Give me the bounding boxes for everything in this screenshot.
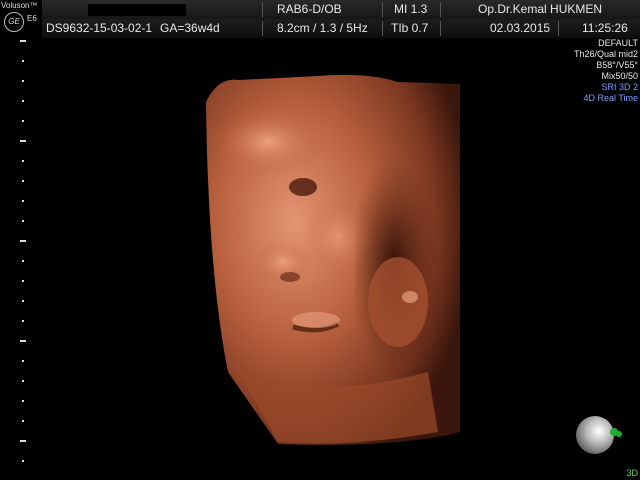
depth-settings: 8.2cm / 1.3 / 5Hz — [277, 21, 368, 35]
sri-mode-line: SRI 3D 2 — [601, 82, 638, 92]
depth-tick — [22, 460, 24, 462]
parameter-panel: DEFAULT Th26/Qual mid2 B58°/V55° Mix50/5… — [574, 38, 638, 104]
mix-line: Mix50/50 — [601, 71, 638, 81]
header-bar: Voluson™ GE E6 RAB6-D/OB MI 1.3 Op.Dr.Ke… — [0, 0, 640, 38]
depth-ruler — [18, 40, 28, 480]
depth-tick — [22, 320, 24, 322]
orientation-sphere-icon — [576, 416, 614, 454]
depth-tick — [20, 240, 26, 242]
divider — [262, 21, 263, 36]
redacted-patient-name — [88, 4, 186, 16]
divider — [382, 21, 383, 36]
divider — [382, 2, 383, 17]
probe-label: RAB6-D/OB — [277, 2, 342, 16]
divider — [262, 2, 263, 17]
depth-tick — [22, 180, 24, 182]
exam-date: 02.03.2015 — [490, 21, 551, 35]
depth-tick — [22, 100, 24, 102]
patient-id: DS9632-15-03-02-1 — [46, 21, 153, 35]
mode-3d-tag: 3D — [626, 468, 638, 478]
status-dot-icon — [616, 431, 622, 437]
header-row-1: RAB6-D/OB MI 1.3 Op.Dr.Kemal HUKMEN — [42, 0, 640, 19]
depth-tick — [22, 60, 24, 62]
ge-logo-text: GE — [8, 17, 20, 26]
depth-tick — [22, 80, 24, 82]
realtime-mode-line: 4D Real Time — [583, 93, 638, 103]
depth-tick — [22, 160, 24, 162]
mi-value: MI 1.3 — [394, 2, 428, 16]
depth-tick — [22, 260, 24, 262]
fetal-3d-render — [206, 74, 460, 445]
depth-tick — [22, 200, 24, 202]
ge-logo-icon: GE — [4, 12, 24, 32]
depth-tick — [20, 340, 26, 342]
divider — [558, 21, 559, 36]
brand-block: Voluson™ GE E6 — [0, 0, 42, 38]
model-name: E6 — [27, 14, 37, 23]
angle-line: B58°/V55° — [596, 60, 638, 70]
depth-tick — [22, 420, 24, 422]
depth-tick — [22, 220, 24, 222]
header-row-2: DS9632-15-03-02-1 GA=36w4d 8.2cm / 1.3 /… — [42, 19, 640, 38]
divider — [440, 21, 441, 36]
divider — [440, 2, 441, 17]
depth-tick — [20, 40, 26, 42]
doctor-name: Op.Dr.Kemal HUKMEN — [478, 2, 603, 16]
depth-tick — [22, 300, 24, 302]
tib-value: TIb 0.7 — [391, 21, 429, 35]
gestational-age: GA=36w4d — [160, 21, 220, 35]
depth-tick — [20, 140, 26, 142]
brand-name: Voluson™ — [1, 1, 38, 10]
depth-tick — [20, 440, 26, 442]
depth-tick — [22, 360, 24, 362]
depth-tick — [22, 400, 24, 402]
depth-tick — [22, 280, 24, 282]
depth-tick — [22, 380, 24, 382]
depth-tick — [22, 120, 24, 122]
threshold-quality-line: Th26/Qual mid2 — [573, 49, 638, 59]
preset-line: DEFAULT — [598, 38, 638, 48]
exam-time: 11:25:26 — [582, 21, 628, 35]
